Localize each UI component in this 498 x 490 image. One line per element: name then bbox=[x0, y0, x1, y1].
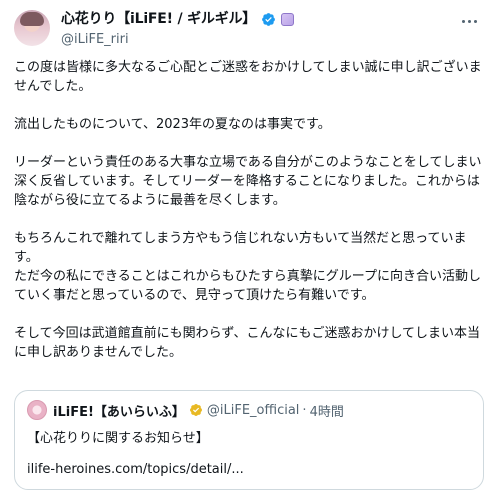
time-separator: · bbox=[302, 402, 307, 418]
more-dot bbox=[467, 19, 471, 23]
tweet: 心花りり【iLiFE! / ギルギル】 @iLiFE_riri この度は皆様に多… bbox=[0, 0, 498, 490]
tweet-paragraph: 流出したものについて、2023年の夏なのは事実です。 bbox=[14, 117, 331, 132]
verified-badge-icon bbox=[262, 12, 275, 26]
quoted-tweet-text: 【心花りりに関するお知らせ】 bbox=[27, 431, 209, 446]
more-options-icon[interactable] bbox=[454, 10, 484, 32]
affiliate-badge-icon[interactable] bbox=[281, 12, 295, 26]
quoted-tweet-header: iLiFE!【あいらいふ】 @iLiFE_official · 4時間 bbox=[27, 400, 471, 420]
quoted-author-name[interactable]: iLiFE!【あいらいふ】 bbox=[53, 401, 185, 420]
tweet-body: この度は皆様に多大なるご心配とご迷惑をおかけしてしまい誠に申し訳ございませんでし… bbox=[14, 58, 486, 362]
tweet-paragraph: この度は皆様に多大なるご心配とご迷惑をおかけしてしまい誠に申し訳ございませんでし… bbox=[14, 60, 482, 94]
more-dot bbox=[461, 19, 465, 23]
author-name-row: 心花りり【iLiFE! / ギルギル】 bbox=[61, 10, 295, 28]
more-dot bbox=[473, 19, 477, 23]
tweet-header: 心花りり【iLiFE! / ギルギル】 @iLiFE_riri bbox=[14, 10, 484, 50]
quoted-author-avatar[interactable] bbox=[27, 400, 47, 420]
author-display-name[interactable]: 心花りり【iLiFE! / ギルギル】 bbox=[61, 12, 256, 26]
tweet-paragraph: ただ今の私にできることはこれからもひたすら真摯にグループに向き合い活動していく事… bbox=[14, 269, 481, 303]
tweet-paragraph: もちろんこれで離れてしまう方やもう信じれない方もいて当然だと思っています。 bbox=[14, 231, 467, 265]
quoted-tweet[interactable]: iLiFE!【あいらいふ】 @iLiFE_official · 4時間 【心花り… bbox=[14, 390, 484, 490]
tweet-paragraph: そして今回は武道館直前にも関わらず、こんなにもご迷惑おかけしてしまい本当に申し訳… bbox=[14, 326, 481, 360]
author-avatar[interactable] bbox=[14, 10, 50, 46]
quoted-tweet-time[interactable]: 4時間 bbox=[310, 401, 344, 420]
author-handle[interactable]: @iLiFE_riri bbox=[61, 33, 294, 46]
quoted-tweet-link[interactable]: ilife-heroines.com/topics/detail/... bbox=[27, 462, 471, 477]
tweet-paragraph: リーダーという責任のある大事な立場である自分がこのようなことをしてしまい深く反省… bbox=[14, 155, 482, 208]
gold-verified-badge-icon bbox=[189, 404, 202, 416]
quoted-author-handle[interactable]: @iLiFE_official bbox=[207, 403, 300, 418]
author-names: 心花りり【iLiFE! / ギルギル】 @iLiFE_riri bbox=[61, 10, 295, 46]
